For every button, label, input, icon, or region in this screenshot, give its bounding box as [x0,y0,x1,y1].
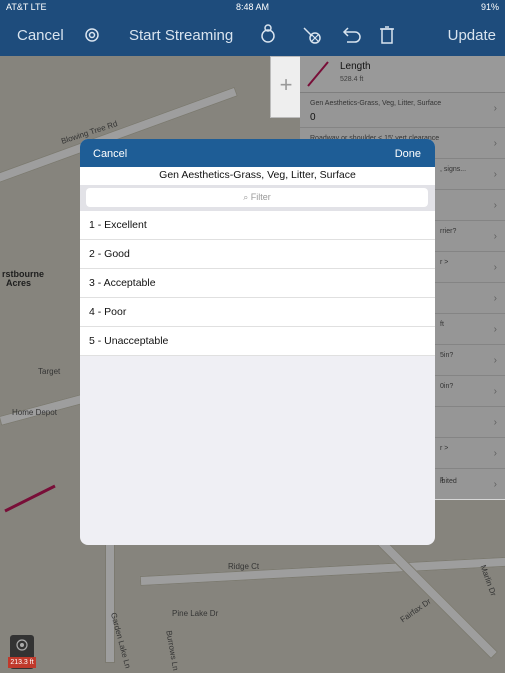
list-item[interactable]: 3 - Acceptable [80,269,435,298]
status-bar: AT&T LTE 8:48 AM 91% [0,0,505,14]
target-icon [16,639,28,651]
list-item[interactable]: 1 - Excellent [80,211,435,240]
add-button[interactable]: + [270,56,302,118]
list-item[interactable]: 5 - Unacceptable [80,327,435,356]
scale-label: 213.3 ft [8,657,36,668]
filter-bar: ⌕ Filter [80,185,435,211]
modal-cancel-button[interactable]: Cancel [93,148,127,160]
clear-icon[interactable] [300,24,324,46]
gear-icon[interactable] [80,24,104,46]
battery-label: 91% [480,2,499,12]
update-button[interactable]: Update [448,27,496,44]
options-list: 1 - Excellent 2 - Good 3 - Acceptable 4 … [80,211,435,356]
cancel-button[interactable]: Cancel [17,27,64,44]
filter-input[interactable]: ⌕ Filter [86,188,428,207]
clock: 8:48 AM [235,2,270,12]
top-toolbar: Cancel Start Streaming Update [0,14,505,56]
undo-icon[interactable] [339,24,363,46]
list-item[interactable]: 4 - Poor [80,298,435,327]
gps-icon[interactable] [256,24,280,46]
picker-modal: Cancel Done Gen Aesthetics-Grass, Veg, L… [80,139,435,545]
modal-done-button[interactable]: Done [395,148,421,160]
scale-widget[interactable]: 213.3 ft [8,635,36,669]
modal-title: Gen Aesthetics-Grass, Veg, Litter, Surfa… [80,167,435,186]
list-item[interactable]: 2 - Good [80,240,435,269]
modal-navbar: Cancel Done [80,139,435,167]
filter-placeholder: Filter [250,192,271,202]
search-icon: ⌕ [243,192,249,202]
start-streaming-button[interactable]: Start Streaming [129,27,233,44]
trash-icon[interactable] [375,24,399,46]
